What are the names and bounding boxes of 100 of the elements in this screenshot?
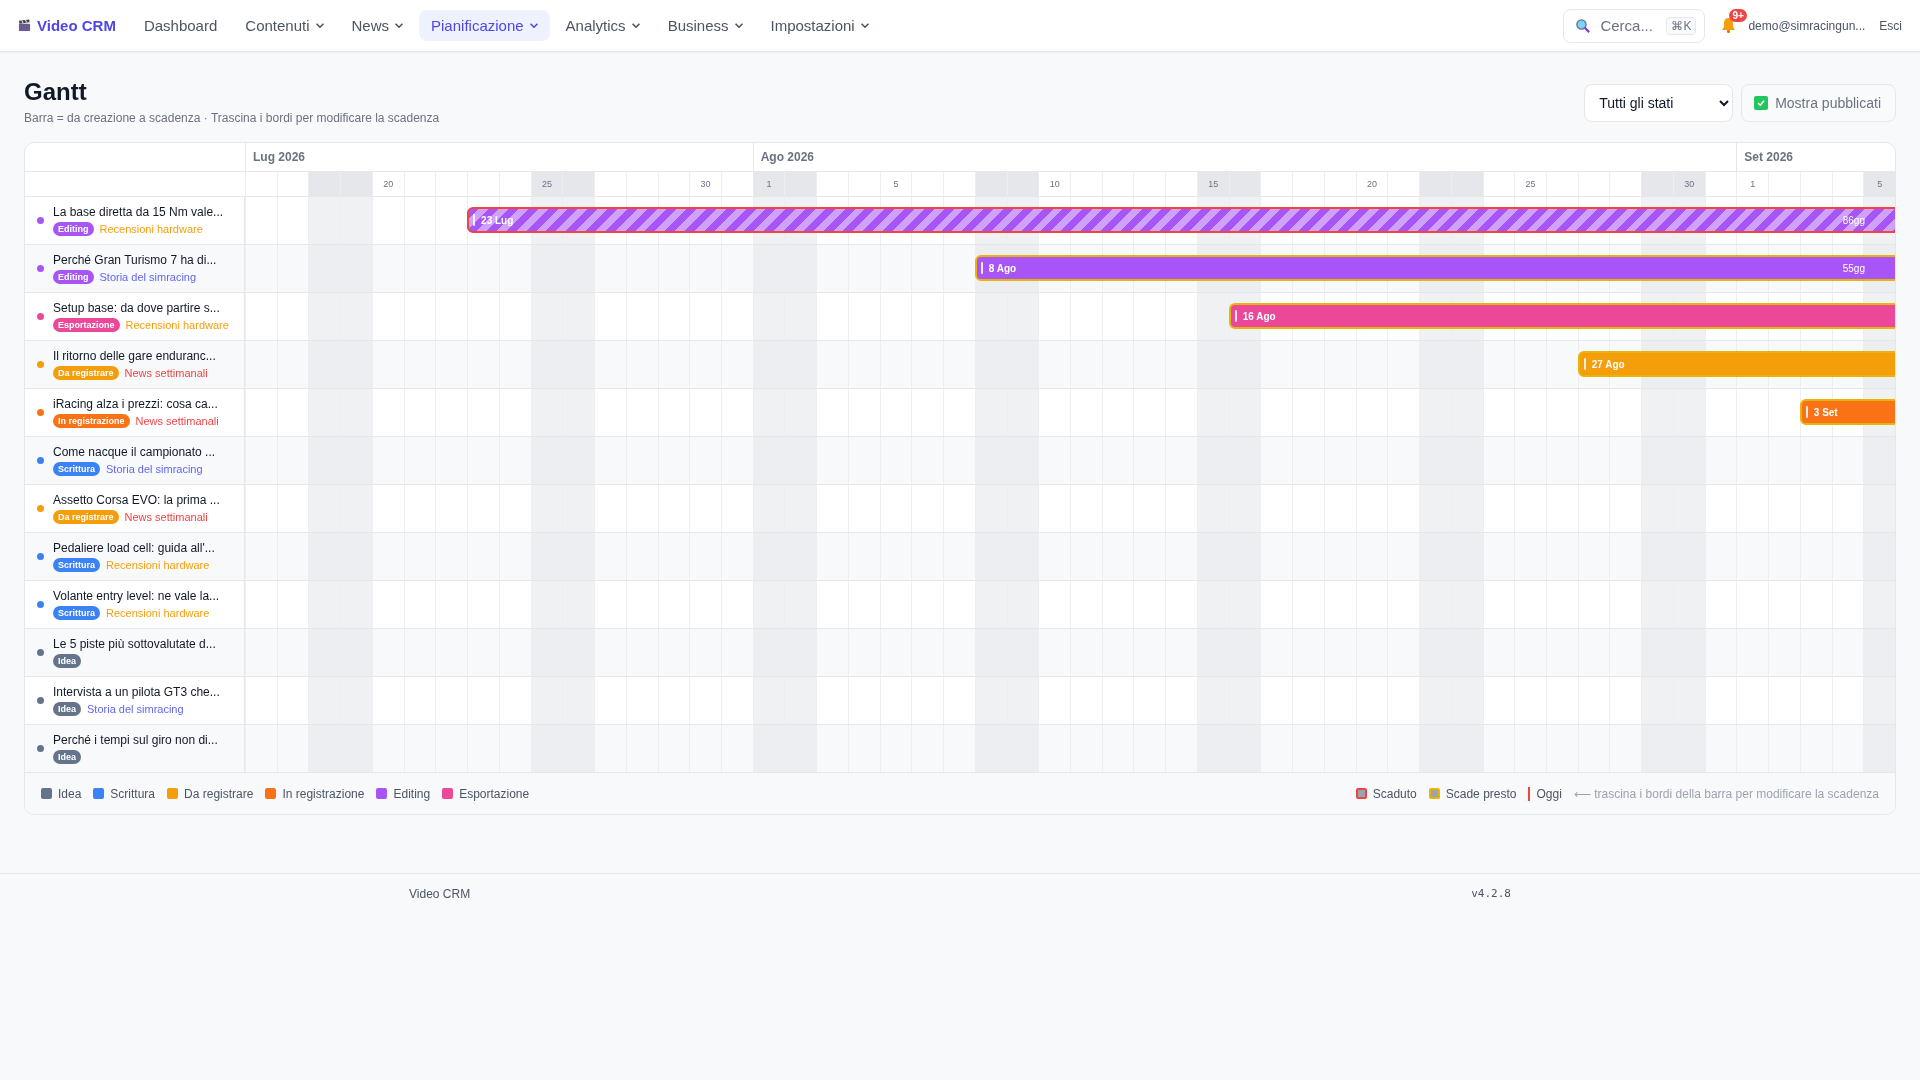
status-badge: Esportazione bbox=[53, 318, 120, 332]
chevron-down-icon bbox=[395, 23, 404, 28]
content-title[interactable]: Setup base: da dove partire s... bbox=[53, 301, 229, 315]
content-title[interactable]: Pedaliere load cell: guida all'... bbox=[53, 541, 215, 555]
version-label: v4.2.8 bbox=[1471, 887, 1511, 901]
status-badge: Editing bbox=[53, 270, 94, 284]
day-header: 25 bbox=[1514, 172, 1546, 196]
status-filter-dropdown[interactable]: Tutti gli stati bbox=[1584, 84, 1734, 122]
duration-label: 55gg bbox=[1842, 262, 1865, 274]
nav-menu[interactable]: News bbox=[339, 10, 416, 41]
legend-label: Scade presto bbox=[1445, 786, 1517, 801]
bar-date-label: 16 Ago bbox=[1242, 310, 1276, 322]
weekend-day-header: 1 bbox=[752, 172, 785, 196]
page-subtitle: Barra = da creazione a scadenza · Trascina i bordi per modificare la scadenza bbox=[24, 111, 441, 125]
drag-handle[interactable] bbox=[980, 262, 983, 274]
user-email: demo@simracingun... bbox=[1748, 18, 1866, 33]
category-label: Storia del simracing bbox=[106, 463, 203, 475]
timeline-bar[interactable]: 8 Ago 55gg bbox=[974, 255, 1895, 281]
category-label: Recensioni hardware bbox=[106, 559, 210, 571]
page-title: Gantt bbox=[24, 78, 88, 106]
legend-label: Oggi bbox=[1536, 786, 1562, 801]
clapperboard-icon bbox=[18, 19, 31, 32]
category-label: Storia del simracing bbox=[87, 703, 184, 715]
category-label: Storia del simracing bbox=[99, 271, 197, 283]
chevron-down-icon bbox=[529, 23, 538, 28]
status-badge: Editing bbox=[53, 222, 94, 236]
notification-badge: 9+ bbox=[1729, 8, 1747, 22]
brand-link[interactable]: Video CRM bbox=[18, 17, 116, 34]
status-badge: Scrittura bbox=[53, 462, 100, 476]
nav-menu[interactable]: Pianificazione bbox=[419, 10, 550, 41]
bell-icon[interactable] bbox=[1721, 17, 1737, 34]
drag-hint: ⟵ trascina i bordi della barra per modificare la scadenza bbox=[1573, 786, 1879, 801]
legend-label: Esportazione bbox=[459, 786, 530, 801]
timeline-bar[interactable]: 23 Lug 86gg bbox=[467, 207, 1895, 233]
content-title[interactable]: iRacing alza i prezzi: cosa ca... bbox=[53, 397, 219, 411]
status-badge: Scrittura bbox=[53, 606, 100, 620]
bar-date-label: 23 Lug bbox=[481, 214, 514, 226]
content-title[interactable]: La base diretta da 15 Nm vale... bbox=[53, 205, 224, 219]
category-label: Recensioni hardware bbox=[99, 223, 203, 235]
nav-menu[interactable]: Contenuti bbox=[233, 10, 336, 41]
weekend-day-header: 25 bbox=[530, 172, 563, 196]
legend-label: Scaduto bbox=[1372, 786, 1417, 801]
legend-label: Idea bbox=[58, 786, 82, 801]
month-label: Set 2026 bbox=[1736, 143, 1895, 171]
month-label: Lug 2026 bbox=[245, 143, 753, 171]
bar-date-label: 3 Set bbox=[1813, 406, 1838, 418]
status-badge: Idea bbox=[53, 654, 81, 668]
status-badge: In registrazione bbox=[53, 414, 130, 428]
content-title[interactable]: Il ritorno delle gare enduranc... bbox=[53, 349, 216, 363]
weekend-day-header: 15 bbox=[1196, 172, 1229, 196]
legend-label: Scrittura bbox=[110, 786, 156, 801]
bar-date-label: 8 Ago bbox=[988, 262, 1017, 274]
chevron-down-icon bbox=[315, 23, 324, 28]
content-title[interactable]: Assetto Corsa EVO: la prima ... bbox=[53, 493, 220, 507]
nav-menu[interactable]: Impostazioni bbox=[758, 10, 881, 41]
search-icon bbox=[1576, 18, 1591, 33]
drag-handle[interactable] bbox=[473, 214, 476, 226]
category-label: News settimanali bbox=[124, 367, 208, 379]
content-title[interactable]: Perché Gran Turismo 7 ha di... bbox=[53, 253, 217, 267]
status-badge: Idea bbox=[53, 750, 81, 764]
status-badge: Idea bbox=[53, 702, 81, 716]
timeline-bar[interactable]: 16 Ago bbox=[1228, 303, 1895, 329]
category-label: Recensioni hardware bbox=[106, 607, 210, 619]
chevron-down-icon bbox=[631, 23, 640, 28]
day-header: 20 bbox=[371, 172, 404, 196]
content-title[interactable]: Come nacque il campionato ... bbox=[53, 445, 216, 459]
status-badge: Da registrare bbox=[53, 366, 119, 380]
content-title[interactable]: Volante entry level: ne vale la... bbox=[53, 589, 220, 603]
day-header: 10 bbox=[1038, 172, 1070, 196]
category-label: Recensioni hardware bbox=[125, 319, 229, 331]
weekend-day-header: 30 bbox=[1672, 172, 1705, 196]
weekend-day-header: 5 bbox=[1863, 172, 1895, 196]
drag-handle[interactable] bbox=[1805, 406, 1808, 418]
duration-label: 86gg bbox=[1842, 214, 1865, 226]
legend-label: Editing bbox=[393, 786, 431, 801]
day-header: 20 bbox=[1355, 172, 1388, 196]
day-header: 1 bbox=[1736, 172, 1769, 196]
chevron-down-icon bbox=[734, 23, 743, 28]
show-published-toggle[interactable]: Mostra pubblicati bbox=[1741, 84, 1896, 122]
content-title[interactable]: Intervista a un pilota GT3 che... bbox=[53, 685, 220, 699]
day-header: 5 bbox=[879, 172, 912, 196]
nav-menu[interactable]: Analytics bbox=[553, 10, 652, 41]
drag-handle[interactable] bbox=[1234, 310, 1237, 322]
legend-label: Da registrare bbox=[184, 786, 254, 801]
nav-menu[interactable]: Business bbox=[655, 10, 755, 41]
nav-link[interactable]: Dashboard bbox=[131, 10, 230, 41]
footer-brand: Video CRM bbox=[409, 887, 471, 901]
bar-date-label: 27 Ago bbox=[1591, 358, 1625, 370]
content-title[interactable]: Le 5 piste più sottovalutate d... bbox=[53, 637, 216, 651]
month-label: Ago 2026 bbox=[752, 143, 1737, 171]
drag-handle[interactable] bbox=[1583, 358, 1586, 370]
category-label: News settimanali bbox=[124, 511, 208, 523]
day-header: 30 bbox=[689, 172, 721, 196]
chevron-down-icon bbox=[860, 23, 869, 28]
category-label: News settimanali bbox=[135, 415, 219, 427]
content-title[interactable]: Perché i tempi sul giro non di... bbox=[53, 733, 218, 747]
legend-label: In registrazione bbox=[282, 786, 365, 801]
status-badge: Da registrare bbox=[53, 510, 119, 524]
logout-link[interactable]: Esci bbox=[1879, 18, 1902, 33]
status-badge: Scrittura bbox=[53, 558, 100, 572]
